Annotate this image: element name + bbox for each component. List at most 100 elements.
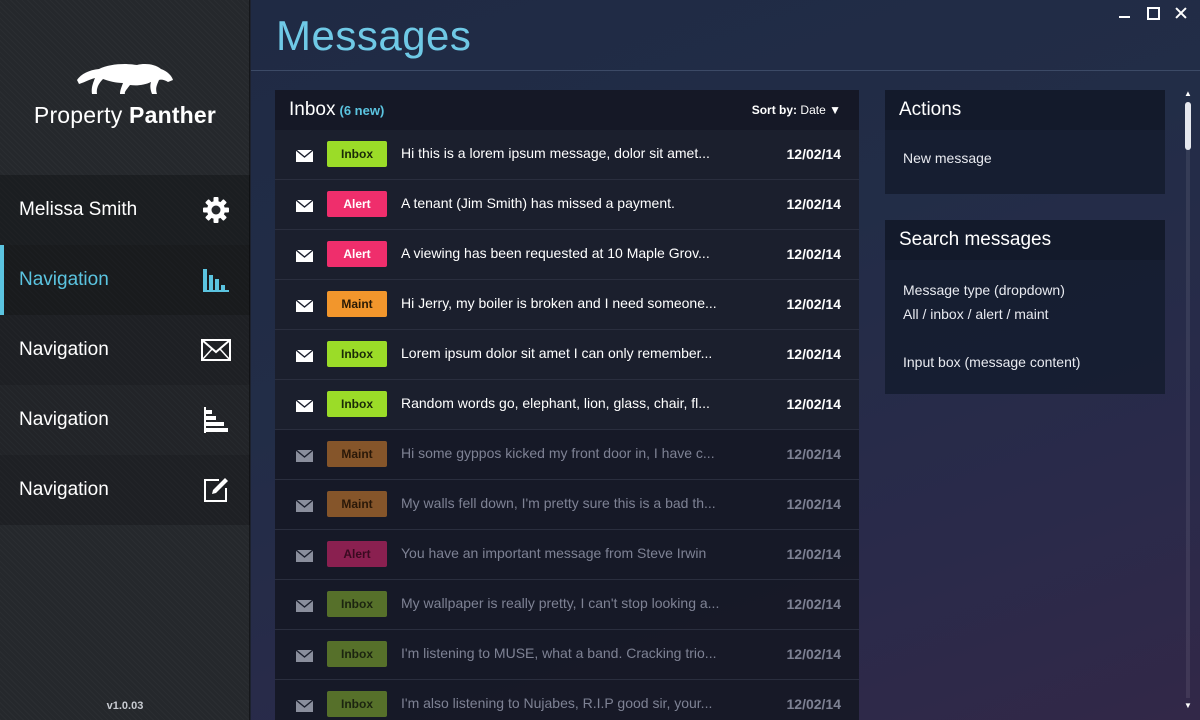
message-preview: Random words go, elephant, lion, glass, …	[401, 395, 710, 411]
message-preview: My wallpaper is really pretty, I can't s…	[401, 595, 720, 611]
message-date: 12/02/14	[786, 646, 842, 662]
message-date: 12/02/14	[786, 496, 842, 512]
envelope-icon	[295, 699, 314, 717]
envelope-icon	[295, 599, 314, 617]
message-row[interactable]: Alert You have an important message from …	[275, 530, 859, 580]
message-type-badge: Alert	[327, 191, 387, 217]
minimize-icon[interactable]	[1118, 6, 1132, 20]
message-type-badge: Maint	[327, 441, 387, 467]
sidebar-item-label: Melissa Smith	[19, 199, 138, 220]
message-row[interactable]: Inbox I'm listening to MUSE, what a band.…	[275, 630, 859, 680]
message-preview: Hi Jerry, my boiler is broken and I need…	[401, 295, 717, 311]
message-preview: Hi this is a lorem ipsum message, dolor …	[401, 145, 710, 161]
window-controls	[1118, 6, 1188, 20]
sidebar: Property Panther Melissa Smith Navigatio…	[0, 0, 250, 720]
message-date: 12/02/14	[786, 446, 842, 462]
message-preview: Hi some gyppos kicked my front door in, …	[401, 445, 715, 461]
message-type-badge: Inbox	[327, 141, 387, 167]
sidebar-item-label: Navigation	[19, 269, 109, 290]
search-title: Search messages	[885, 220, 1165, 260]
maximize-icon[interactable]	[1146, 6, 1160, 20]
brand: Property Panther	[0, 58, 250, 129]
sidebar-item-user[interactable]: Melissa Smith	[0, 175, 250, 245]
version-label: v1.0.03	[106, 700, 144, 712]
message-date: 12/02/14	[786, 596, 842, 612]
message-type-dropdown[interactable]: Message type (dropdown)	[903, 278, 1147, 302]
scrollbar-thumb[interactable]	[1185, 102, 1191, 150]
message-preview: I'm listening to MUSE, what a band. Crac…	[401, 645, 717, 661]
message-date: 12/02/14	[786, 696, 842, 712]
message-row[interactable]: Inbox My wallpaper is really pretty, I ca…	[275, 580, 859, 630]
message-row[interactable]: Inbox Hi this is a lorem ipsum message, d…	[275, 130, 859, 180]
gear-icon[interactable]	[200, 194, 232, 226]
envelope-icon	[200, 334, 232, 366]
envelope-icon	[295, 399, 314, 417]
message-preview: I'm also listening to Nujabes, R.I.P goo…	[401, 695, 713, 711]
edit-icon	[200, 474, 232, 506]
page-title: Messages	[276, 12, 472, 59]
inbox-panel: Inbox (6 new) Sort by: Date ▼ Inbox Hi thi…	[275, 90, 859, 720]
message-type-badge: Inbox	[327, 341, 387, 367]
message-date: 12/02/14	[786, 246, 842, 262]
envelope-icon	[295, 299, 314, 317]
sidebar-item-navigation-1[interactable]: Navigation	[0, 245, 250, 315]
message-row[interactable]: Inbox I'm also listening to Nujabes, R.I.…	[275, 680, 859, 720]
message-type-options[interactable]: All / inbox / alert / maint	[903, 302, 1147, 326]
message-content-input[interactable]: Input box (message content)	[903, 350, 1147, 374]
inbox-title: Inbox	[289, 99, 336, 120]
envelope-icon	[295, 349, 314, 367]
sidebar-item-label: Navigation	[19, 339, 109, 360]
sidebar-item-navigation-3[interactable]: Navigation	[0, 385, 250, 455]
message-preview: A viewing has been requested at 10 Maple…	[401, 245, 710, 261]
actions-title: Actions	[885, 90, 1165, 130]
scroll-down-icon[interactable]: ▼	[1184, 702, 1192, 710]
search-body: Message type (dropdown) All / inbox / al…	[885, 260, 1165, 392]
sort-value: Date	[800, 103, 826, 117]
message-row[interactable]: Maint Hi Jerry, my boiler is broken and I…	[275, 280, 859, 330]
envelope-icon	[295, 499, 314, 517]
envelope-icon	[295, 549, 314, 567]
message-row[interactable]: Maint Hi some gyppos kicked my front door…	[275, 430, 859, 480]
sort-label: Sort by:	[751, 103, 798, 117]
message-row[interactable]: Alert A viewing has been requested at 10 …	[275, 230, 859, 280]
title-divider	[251, 70, 1200, 71]
main-content: Messages Inbox (6 new) Sort by: Date ▼ In…	[251, 0, 1200, 720]
scrollbar[interactable]: ▲ ▼	[1184, 90, 1192, 710]
message-date: 12/02/14	[786, 546, 842, 562]
panther-logo-icon	[77, 64, 173, 94]
sidebar-item-label: Navigation	[19, 409, 109, 430]
envelope-icon	[295, 649, 314, 667]
search-panel: Search messages Message type (dropdown) …	[885, 220, 1165, 394]
message-row[interactable]: Alert A tenant (Jim Smith) has missed a p…	[275, 180, 859, 230]
sidebar-item-label: Navigation	[19, 479, 109, 500]
scrollbar-track[interactable]	[1186, 102, 1190, 698]
message-date: 12/02/14	[786, 196, 842, 212]
message-date: 12/02/14	[786, 396, 842, 412]
message-type-badge: Inbox	[327, 591, 387, 617]
actions-body: New message	[885, 130, 1165, 188]
bar-chart-icon	[200, 264, 232, 296]
sidebar-nav: Melissa Smith Navigation Navigation Navi…	[0, 175, 250, 525]
message-date: 12/02/14	[786, 346, 842, 362]
chevron-down-icon: ▼	[829, 103, 841, 117]
message-row[interactable]: Inbox Lorem ipsum dolor sit amet I can on…	[275, 330, 859, 380]
sort-dropdown[interactable]: Sort by: Date ▼	[752, 103, 841, 117]
close-icon[interactable]	[1174, 6, 1188, 20]
message-type-badge: Inbox	[327, 691, 387, 717]
message-list: Inbox Hi this is a lorem ipsum message, d…	[275, 130, 859, 720]
message-type-badge: Maint	[327, 291, 387, 317]
scroll-up-icon[interactable]: ▲	[1184, 90, 1192, 98]
message-type-badge: Inbox	[327, 391, 387, 417]
message-type-badge: Alert	[327, 241, 387, 267]
message-date: 12/02/14	[786, 146, 842, 162]
actions-panel: Actions New message	[885, 90, 1165, 194]
message-row[interactable]: Maint My walls fell down, I'm pretty sure…	[275, 480, 859, 530]
message-row[interactable]: Inbox Random words go, elephant, lion, gl…	[275, 380, 859, 430]
envelope-icon	[295, 249, 314, 267]
sidebar-item-navigation-4[interactable]: Navigation	[0, 455, 250, 525]
envelope-icon	[295, 449, 314, 467]
message-type-badge: Alert	[327, 541, 387, 567]
new-message-button[interactable]: New message	[903, 146, 1147, 170]
sidebar-item-navigation-2[interactable]: Navigation	[0, 315, 250, 385]
